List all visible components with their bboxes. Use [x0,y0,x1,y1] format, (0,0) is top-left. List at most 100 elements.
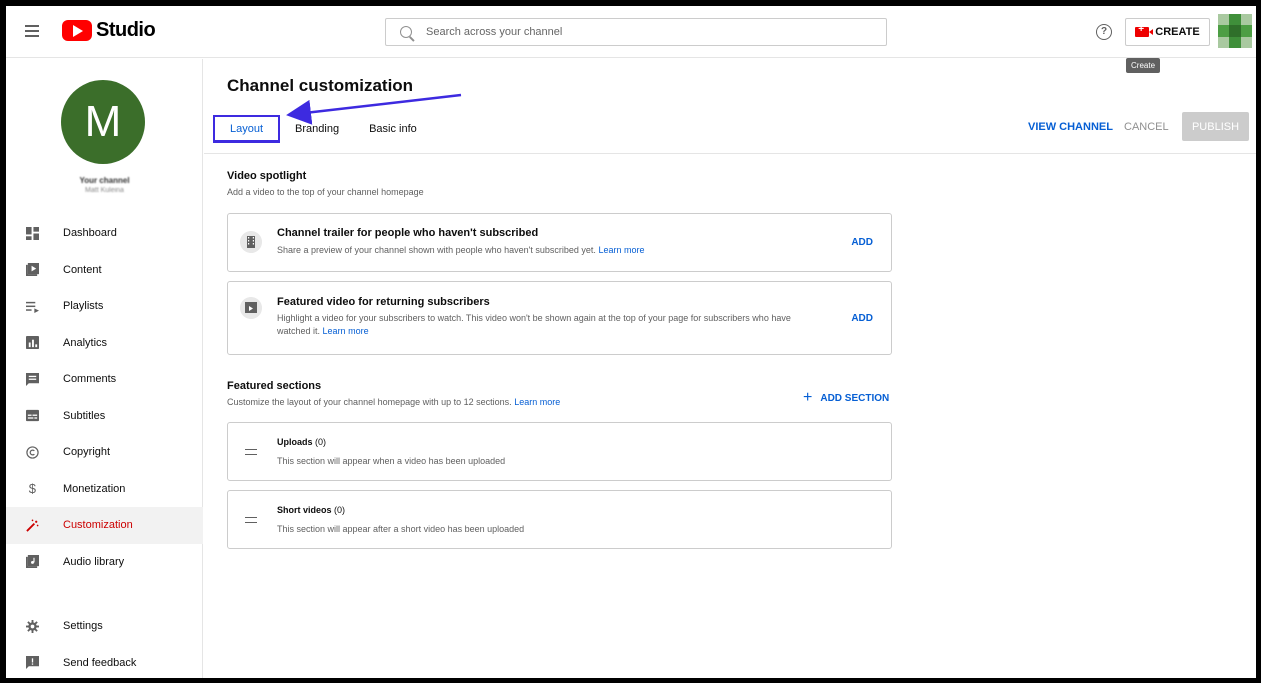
sidebar-item-label: Customization [63,519,133,532]
video-spotlight-desc: Add a video to the top of your channel h… [227,187,424,197]
channel-avatar[interactable]: M [61,80,145,164]
learn-more-link[interactable]: Learn more [598,245,644,255]
card-title: Featured video for returning subscribers [277,296,490,308]
top-bar: Studio ? CREATE [6,6,1256,58]
account-avatar[interactable] [1218,14,1252,48]
studio-window: Studio ? CREATE Create M Your channel Ma… [6,6,1256,678]
section-count: (0) [334,505,346,515]
card-desc-text: Highlight a video for your subscribers t… [277,313,791,323]
logo-text: Studio [96,19,156,41]
magic-wand-icon [26,519,39,532]
dashboard-icon [26,226,39,240]
sidebar-item-subtitles[interactable]: Subtitles [6,398,203,435]
sidebar-item-label: Analytics [63,336,108,349]
sidebar-item-label: Dashboard [63,227,117,240]
sidebar-item-label: Settings [63,620,103,633]
drag-handle-icon[interactable] [245,517,257,523]
sidebar-item-settings[interactable]: Settings [6,608,203,645]
drag-handle-icon[interactable] [245,449,257,455]
section-name-text: Short videos [277,505,332,515]
featured-desc-text: Customize the layout of your channel hom… [227,397,512,407]
sidebar-nav: Dashboard Content Playlists Analytics Co… [6,215,203,580]
film-icon [240,231,262,253]
divider [204,153,1256,154]
sidebar-item-content[interactable]: Content [6,252,203,289]
search-icon[interactable] [400,26,412,38]
add-trailer-button[interactable]: ADD [851,237,873,248]
section-name: Uploads (0) [277,437,326,447]
feedback-icon [26,656,39,670]
view-channel-button[interactable]: VIEW CHANNEL [1028,121,1113,133]
gear-icon [26,619,39,633]
cancel-button[interactable]: CANCEL [1124,121,1169,133]
sidebar-item-label: Send feedback [63,656,137,669]
hamburger-menu-icon[interactable] [22,22,42,42]
featured-sections-title: Featured sections [227,380,322,392]
tab-basic-info[interactable]: Basic info [354,115,432,143]
copyright-icon [26,446,39,459]
featured-video-icon [240,297,262,319]
search-input[interactable] [426,26,826,38]
sidebar-item-label: Content [63,263,102,276]
sidebar-item-label: Audio library [63,555,125,568]
sidebar-item-comments[interactable]: Comments [6,361,203,398]
section-card-uploads[interactable]: Uploads (0) This section will appear whe… [227,422,892,481]
sidebar: M Your channel Matt Kuleina Dashboard Co… [6,59,203,678]
help-icon[interactable]: ? [1096,24,1112,40]
add-section-label: ADD SECTION [820,392,890,404]
sidebar-item-label: Subtitles [63,409,106,422]
add-featured-video-button[interactable]: ADD [851,313,873,324]
sidebar-item-copyright[interactable]: Copyright [6,434,203,471]
sidebar-item-send-feedback[interactable]: Send feedback [6,645,203,679]
section-name-text: Uploads [277,437,313,447]
video-spotlight-title: Video spotlight [227,170,307,182]
channel-trailer-card: Channel trailer for people who haven't s… [227,213,892,272]
add-section-button[interactable]: + ADD SECTION [803,389,889,407]
create-video-icon [1135,24,1154,37]
sidebar-item-label: Comments [63,373,117,386]
learn-more-link[interactable]: Learn more [514,397,560,407]
studio-logo[interactable]: Studio [62,19,156,42]
card-desc: Highlight a video for your subscribers t… [277,312,842,338]
plus-icon: + [803,389,813,406]
dollar-icon: $ [29,482,37,495]
card-desc-text-2: watched it. [277,326,321,336]
sidebar-item-label: Monetization [63,482,126,495]
section-name: Short videos (0) [277,505,345,515]
search-box[interactable] [385,18,887,46]
create-button[interactable]: CREATE [1125,18,1210,46]
learn-more-link[interactable]: Learn more [323,326,369,336]
analytics-icon [26,336,39,350]
youtube-play-icon [62,20,92,41]
tab-layout[interactable]: Layout [213,115,281,143]
create-label: CREATE [1155,26,1200,38]
main-content: Channel customization Layout Branding Ba… [204,59,1256,678]
channel-name: Your channel [79,176,130,185]
card-desc: Share a preview of your channel shown wi… [277,244,644,257]
tab-branding[interactable]: Branding [280,115,354,143]
section-count: (0) [315,437,327,447]
featured-video-card: Featured video for returning subscribers… [227,281,892,355]
sidebar-item-label: Copyright [63,446,111,459]
section-card-short-videos[interactable]: Short videos (0) This section will appea… [227,490,892,549]
sidebar-item-dashboard[interactable]: Dashboard [6,215,203,252]
page-title: Channel customization [227,76,414,95]
sidebar-item-monetization[interactable]: $ Monetization [6,471,203,508]
comments-icon [26,372,39,386]
sidebar-item-label: Playlists [63,300,104,313]
sidebar-item-playlists[interactable]: Playlists [6,288,203,325]
sidebar-item-analytics[interactable]: Analytics [6,325,203,362]
content-icon [26,263,39,277]
svg-text:$: $ [29,482,37,495]
sidebar-bottom: Settings Send feedback [6,608,203,678]
channel-owner: Matt Kuleina [85,187,124,194]
tab-bar: Layout Branding Basic info [213,115,432,145]
section-desc: This section will appear after a short v… [277,524,525,534]
card-title: Channel trailer for people who haven't s… [277,227,539,239]
publish-button[interactable]: PUBLISH [1182,112,1249,141]
card-desc-text: Share a preview of your channel shown wi… [277,245,596,255]
sidebar-item-audio-library[interactable]: Audio library [6,544,203,581]
sidebar-item-customization[interactable]: Customization [6,507,203,544]
section-desc: This section will appear when a video ha… [277,456,506,466]
audio-library-icon [26,555,39,569]
